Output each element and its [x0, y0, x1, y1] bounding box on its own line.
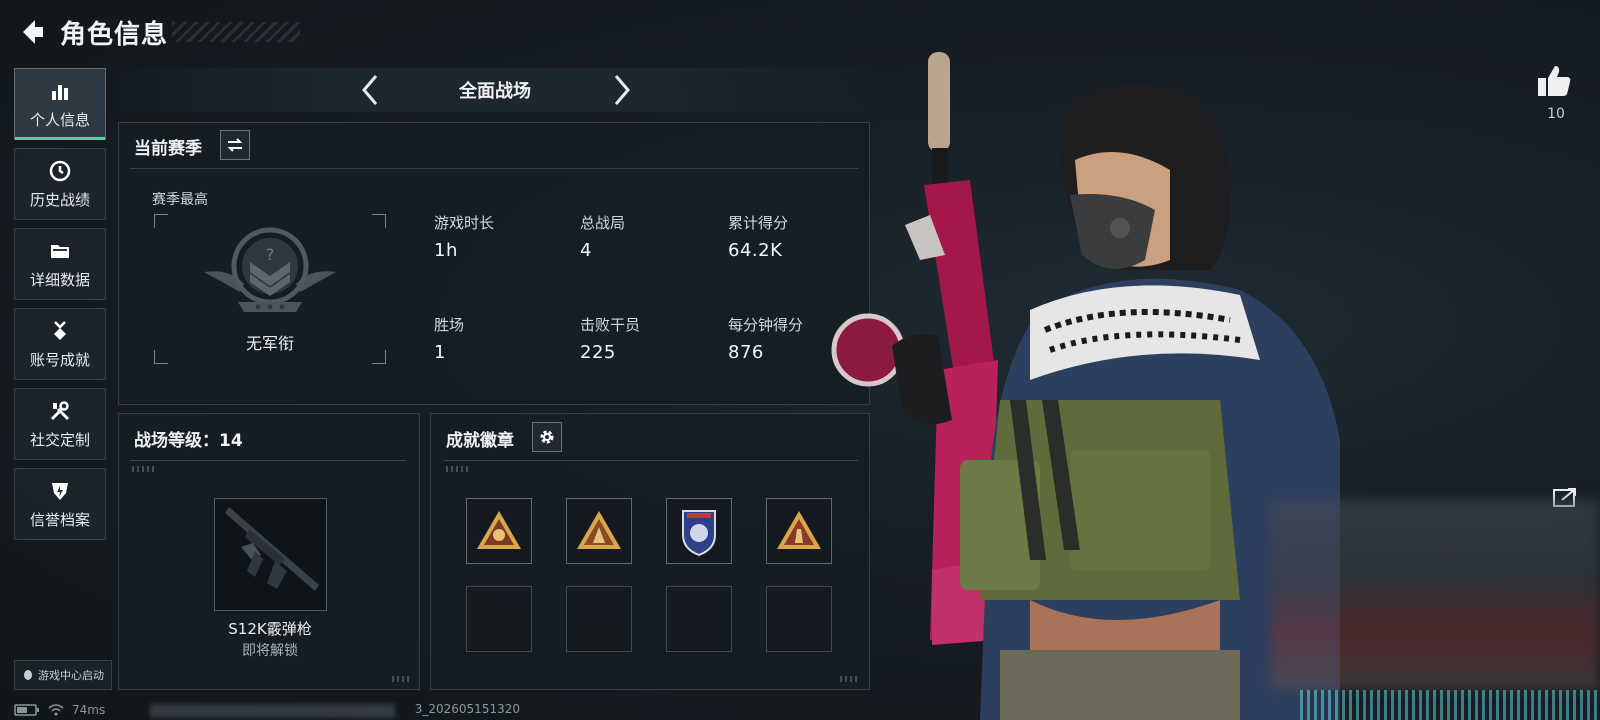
- gear-icon: [540, 430, 554, 444]
- sidebar-item-label: 信誉档案: [29, 510, 90, 529]
- mode-next-button[interactable]: [606, 72, 636, 108]
- mode-prev-button[interactable]: [356, 72, 386, 108]
- badge-slot-5[interactable]: [466, 586, 532, 652]
- badge-title: 成就徽章: [446, 431, 514, 451]
- thumbs-up-icon: [1538, 66, 1571, 96]
- back-button[interactable]: [14, 14, 50, 50]
- clock-history-icon: [49, 160, 71, 181]
- mode-title: 全面战场: [459, 81, 531, 102]
- stat-label-total-score: 累计得分: [728, 214, 789, 232]
- sidebar-item-label: 历史战绩: [29, 190, 90, 209]
- like-button[interactable]: [1536, 64, 1576, 100]
- chevron-right-icon: [614, 75, 630, 105]
- game-center-launch-button[interactable]: 游戏中心启动: [14, 660, 112, 690]
- level-divider: [130, 460, 406, 461]
- decor-marks: [132, 466, 154, 472]
- chevron-left-icon: [362, 75, 378, 105]
- medal-icon: [54, 320, 66, 340]
- badge-slot-6[interactable]: [566, 586, 632, 652]
- page-title: 角色信息: [60, 20, 169, 50]
- decor-marks: [446, 466, 468, 472]
- battery-icon: [14, 704, 39, 716]
- soldier-triangle-badge-icon: [577, 511, 621, 549]
- badge-slot-1[interactable]: [466, 498, 532, 564]
- sidebar-item-label: 详细数据: [29, 270, 90, 289]
- badge-slot-7[interactable]: [666, 586, 732, 652]
- battlefield-level-title: 战场等级：14: [134, 431, 243, 451]
- stat-value-score-per-minute: 876: [728, 342, 764, 363]
- weapon-reward-slot[interactable]: [214, 498, 327, 611]
- sidebar-item-achievements[interactable]: 账号成就: [14, 308, 106, 380]
- rank-frame: ? 无军衔: [154, 214, 386, 364]
- sidebar-item-detailed-data[interactable]: 详细数据: [14, 228, 106, 300]
- shield-badge-icon: [52, 482, 68, 500]
- tools-icon: [50, 400, 70, 420]
- character-model-image: [831, 52, 1340, 720]
- stat-label-score-per-minute: 每分钟得分: [728, 316, 804, 334]
- weapon-status: 即将解锁: [242, 643, 298, 659]
- title-decoration: [172, 22, 300, 42]
- season-title: 当前赛季: [134, 139, 202, 159]
- bar-chart-icon: [52, 84, 68, 100]
- ping-value: 74ms: [72, 703, 106, 717]
- badge-slot-2[interactable]: [566, 498, 632, 564]
- sidebar-item-label: 个人信息: [29, 110, 90, 129]
- stat-label-wins: 胜场: [434, 316, 465, 334]
- stat-value-total-matches: 4: [580, 240, 592, 261]
- rank-name: 无军衔: [245, 334, 294, 353]
- stat-value-playtime: 1h: [434, 240, 458, 261]
- skull-triangle-badge-icon: [477, 511, 521, 549]
- blurred-overlay: [1270, 500, 1600, 690]
- sidebar-item-match-history[interactable]: 历史战绩: [14, 148, 106, 220]
- status-bar: 74ms: [14, 700, 105, 720]
- decor-marks: [392, 676, 410, 682]
- penguin-icon: [24, 670, 32, 680]
- rank-emblem-icon: ?: [204, 227, 336, 312]
- sidebar-item-label: 社交定制: [29, 430, 90, 449]
- wifi-icon: [48, 704, 64, 716]
- background-neon: [1300, 690, 1600, 720]
- badge-slot-3[interactable]: [666, 498, 732, 564]
- stat-label-total-matches: 总战局: [580, 214, 626, 232]
- stat-label-playtime: 游戏时长: [434, 214, 495, 232]
- badge-divider: [444, 460, 858, 461]
- lion-shield-badge-icon: [682, 510, 716, 557]
- season-best-label: 赛季最高: [152, 192, 208, 208]
- game-center-label: 游戏中心启动: [38, 669, 104, 682]
- stat-value-total-score: 64.2K: [728, 240, 783, 261]
- back-arrow-icon: [23, 20, 43, 44]
- stat-value-kills: 225: [580, 342, 616, 363]
- sidebar-item-label: 账号成就: [29, 350, 90, 369]
- badge-settings-button[interactable]: [532, 422, 562, 452]
- season-divider: [130, 168, 858, 169]
- shotgun-icon: [225, 507, 319, 591]
- stat-value-wins: 1: [434, 342, 446, 363]
- stat-label-kills: 击败干员: [580, 316, 641, 334]
- svg-text:?: ?: [266, 245, 275, 264]
- swap-icon: [227, 138, 243, 152]
- sidebar-item-social-custom[interactable]: 社交定制: [14, 388, 106, 460]
- sidebar-item-personal-info[interactable]: 个人信息: [14, 68, 106, 140]
- sidebar-item-credit-record[interactable]: 信誉档案: [14, 468, 106, 540]
- weapon-name: S12K霰弹枪: [228, 620, 312, 638]
- build-id: 3_202605151320: [414, 702, 520, 716]
- like-count: 10: [1547, 106, 1565, 122]
- season-switch-button[interactable]: [220, 130, 250, 160]
- folder-icon: [51, 244, 69, 258]
